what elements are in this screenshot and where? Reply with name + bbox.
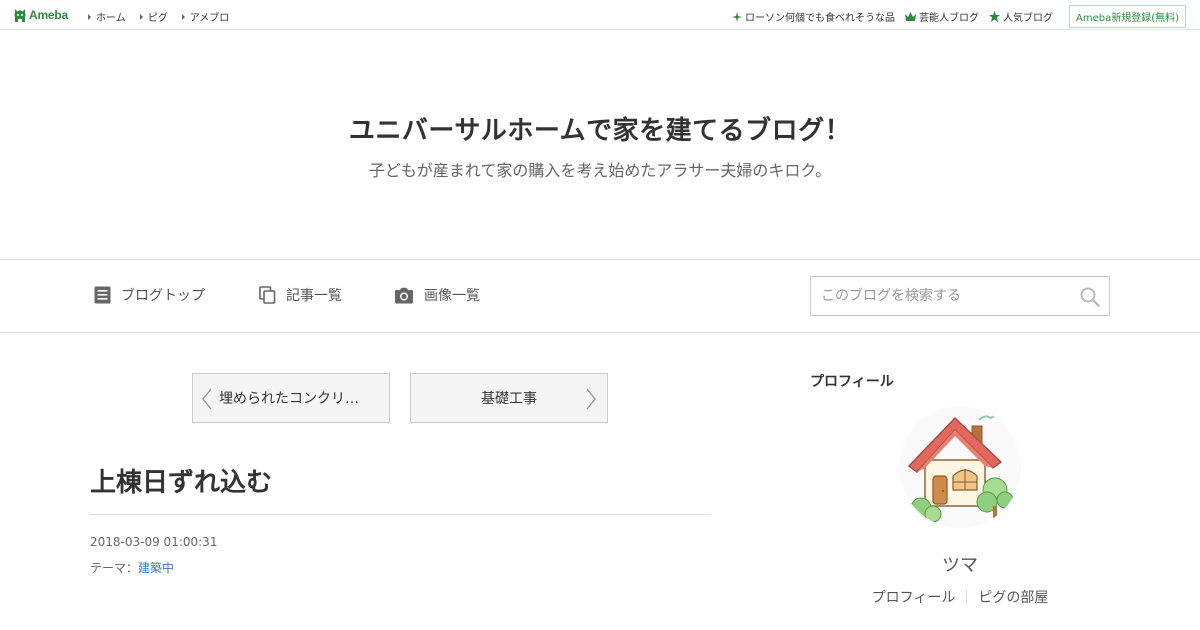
triangle-right-icon bbox=[181, 13, 185, 20]
logo-text: Ameba bbox=[29, 8, 69, 22]
theme-link[interactable]: 建築中 bbox=[138, 561, 174, 575]
search-icon[interactable] bbox=[1079, 286, 1101, 308]
ameba-logo[interactable]: Ameba bbox=[13, 6, 68, 24]
global-nav-label: ホーム bbox=[96, 13, 126, 24]
global-nav-ameblo[interactable]: アメブロ bbox=[181, 9, 230, 24]
prev-entry-label: 埋められたコンクリ… bbox=[219, 391, 359, 407]
popular-blog-label: 人気ブログ bbox=[1002, 13, 1053, 24]
global-nav-pigg[interactable]: ピグ bbox=[139, 9, 168, 24]
blog-description: 子どもが産まれて家の購入を考え始めたアラサー夫婦のキロク。 bbox=[368, 161, 832, 180]
celebrity-blog-label: 芸能人ブログ bbox=[918, 13, 979, 24]
blog-search-input[interactable] bbox=[811, 277, 1071, 315]
trending-link-label: ローソン何個でも食べれそうな品 bbox=[744, 13, 895, 24]
divider bbox=[90, 514, 711, 515]
popular-blog-link[interactable]: 人気ブログ bbox=[988, 9, 1053, 24]
global-header: Ameba ホーム ピグ アメブロ ローソン何個でも食べれそうな品 芸能人ブログ… bbox=[0, 0, 1200, 30]
copy-icon bbox=[259, 286, 276, 304]
blog-header: ユニバーサルホームで家を建てるブログ！ 子どもが産まれて家の購入を考え始めたアラ… bbox=[0, 30, 1200, 260]
profile-nickname[interactable]: ツマ bbox=[860, 551, 1060, 577]
global-nav-label: ピグ bbox=[147, 13, 168, 24]
nav-entry-list-label: 記事一覧 bbox=[286, 288, 342, 304]
article-title[interactable]: 上棟日ずれ込む bbox=[90, 462, 272, 499]
star-icon bbox=[988, 11, 1000, 22]
global-links: ローソン何個でも食べれそうな品 芸能人ブログ 人気ブログ Ameba新規登録(無… bbox=[722, 5, 1186, 28]
global-nav-label: アメブロ bbox=[189, 13, 230, 24]
house-icon bbox=[899, 406, 1021, 528]
blog-title[interactable]: ユニバーサルホームで家を建てるブログ！ bbox=[0, 110, 1200, 147]
blog-nav: ブログトップ 記事一覧 画像一覧 bbox=[0, 260, 1200, 333]
global-nav-home[interactable]: ホーム bbox=[88, 9, 126, 24]
ameba-logo-icon bbox=[14, 9, 26, 22]
avatar[interactable] bbox=[899, 406, 1021, 528]
next-entry-label: 基礎工事 bbox=[481, 391, 537, 407]
theme-prefix: テーマ： bbox=[90, 561, 139, 575]
blog-search bbox=[810, 276, 1110, 316]
nav-blog-top-label: ブログトップ bbox=[121, 288, 205, 304]
crown-icon bbox=[904, 12, 916, 21]
camera-icon bbox=[395, 287, 413, 303]
document-icon bbox=[94, 286, 111, 304]
nav-blog-top[interactable]: ブログトップ bbox=[94, 285, 205, 305]
profile-link[interactable]: プロフィール bbox=[872, 587, 956, 607]
divider bbox=[966, 590, 968, 604]
trending-link[interactable]: ローソン何個でも食べれそうな品 bbox=[731, 9, 895, 24]
triangle-right-icon bbox=[139, 13, 143, 20]
prev-entry-button[interactable]: 埋められたコンクリ… bbox=[192, 373, 390, 423]
nav-entry-list[interactable]: 記事一覧 bbox=[259, 285, 342, 305]
triangle-right-icon bbox=[88, 13, 91, 20]
celebrity-blog-link[interactable]: 芸能人ブログ bbox=[904, 9, 979, 24]
nav-image-list[interactable]: 画像一覧 bbox=[394, 285, 480, 305]
article-theme: テーマ：建築中 bbox=[90, 559, 174, 576]
chevron-right-icon bbox=[586, 388, 596, 410]
article-datetime: 2018-03-09 01:00:31 bbox=[90, 535, 218, 549]
sparkle-icon bbox=[731, 11, 742, 22]
register-button[interactable]: Ameba新規登録(無料) bbox=[1068, 5, 1186, 28]
profile-heading: プロフィール bbox=[810, 374, 894, 390]
nav-image-list-label: 画像一覧 bbox=[424, 288, 480, 304]
global-nav: ホーム ピグ アメブロ bbox=[88, 9, 243, 24]
profile-links: プロフィール ピグの部屋 bbox=[860, 587, 1060, 607]
next-entry-button[interactable]: 基礎工事 bbox=[410, 373, 608, 423]
chevron-left-icon bbox=[202, 388, 212, 410]
pigg-room-link[interactable]: ピグの部屋 bbox=[978, 587, 1048, 607]
